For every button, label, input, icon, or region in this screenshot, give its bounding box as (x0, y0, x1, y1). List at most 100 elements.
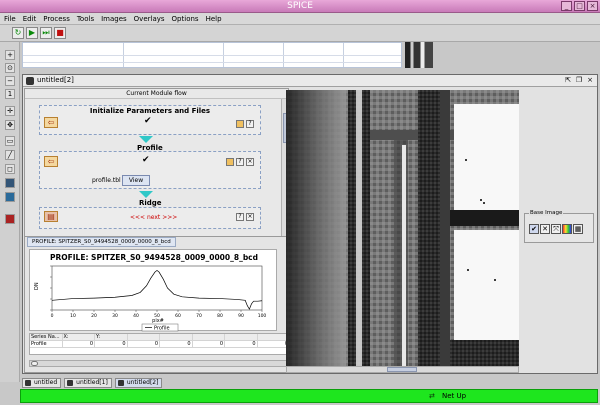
profile-tab[interactable]: PROFILE: SPITZER_S0_9494528_0009_0000_8_… (27, 237, 176, 247)
tab-untitled[interactable]: untitled (22, 378, 62, 388)
image-scrollbar[interactable] (286, 366, 519, 373)
flow-arrow-icon (139, 191, 153, 198)
stop-icon[interactable]: ■ (54, 27, 66, 39)
next-label[interactable]: <<< next >>> (130, 214, 177, 221)
close-icon[interactable]: ✕ (540, 224, 550, 234)
view-button[interactable]: View (122, 175, 150, 186)
table-header (225, 334, 258, 340)
zoom-actual-icon[interactable]: 1 (5, 89, 15, 99)
catalog-icon[interactable] (5, 192, 15, 202)
left-toolbar: + ⊙ − 1 ✛ ✥ ▭ ╱ ◻ (0, 42, 20, 382)
profile-chart: PROFILE: SPITZER_S0_9494528_0009_0000_8_… (34, 253, 266, 332)
profile-plot[interactable]: PROFILE: SPITZER_S0_9494528_0009_0000_8_… (29, 249, 277, 332)
back-arrow-icon[interactable]: ⇦ (44, 117, 58, 128)
step-forward-icon[interactable]: ⏭ (40, 27, 52, 39)
module-label-ridge: Ridge (139, 199, 162, 207)
module-step-initialize[interactable]: Initialize Parameters and Files ⇦ ✔ ? (39, 105, 261, 135)
help-icon[interactable]: ? (236, 158, 244, 166)
zoom-out-icon[interactable]: − (5, 76, 15, 86)
tab-untitled-1[interactable]: untitled[1] (64, 378, 112, 388)
window-controls: _ □ × (561, 1, 598, 11)
image-display[interactable] (286, 90, 519, 366)
fit-icon[interactable]: ⤧ (551, 224, 561, 234)
x-tick-label: 40 (133, 313, 139, 319)
palette-icon[interactable] (5, 214, 15, 224)
legend-label: Profile (154, 326, 170, 332)
colormap-icon[interactable] (562, 224, 572, 234)
table-cell: 0 (128, 341, 160, 347)
table-row[interactable]: Profile 0 0 0 0 0 0 0 (30, 341, 290, 348)
crosshair-icon[interactable]: ✛ (5, 106, 15, 116)
region-icon[interactable]: ◻ (5, 164, 15, 174)
x-tick-label: 80 (217, 313, 223, 319)
table-cell: 0 (63, 341, 95, 347)
image-thumbnail[interactable] (405, 42, 433, 68)
x-tick-label: 30 (112, 313, 118, 319)
plot-frame (51, 265, 263, 311)
settings-icon[interactable] (236, 120, 244, 128)
module-step-ridge[interactable]: ▤ <<< next >>> ? × (39, 207, 261, 229)
help-icon[interactable]: ? (236, 213, 244, 221)
module-flow-panel: Current Module flow Initialize Parameter… (24, 88, 289, 238)
layer-table[interactable] (22, 42, 402, 68)
astronomical-image (286, 90, 519, 366)
profile-slider[interactable] (29, 360, 291, 367)
tab-label: untitled (34, 379, 58, 386)
table-header: Series Na... (30, 334, 63, 340)
zoom-in-icon[interactable]: + (5, 50, 15, 60)
module-name: Initialize Parameters and Files (89, 107, 211, 115)
tab-label: untitled[1] (76, 379, 108, 386)
menu-options[interactable]: Options (172, 13, 199, 24)
base-image-label: Base Image (529, 210, 564, 216)
delete-module-icon[interactable]: ▤ (44, 211, 58, 222)
series-table[interactable]: Series Na... X: Y: Profile 0 0 0 0 0 0 0 (29, 333, 291, 355)
document-icon (67, 380, 74, 386)
menu-bar: File Edit Process Tools Images Overlays … (0, 13, 600, 25)
inner-close-icon[interactable]: × (586, 76, 594, 84)
checkmark-icon: ✔ (142, 155, 150, 165)
refresh-icon[interactable]: ↻ (12, 27, 24, 39)
minimize-icon[interactable]: _ (561, 1, 572, 11)
line-icon[interactable]: ╱ (5, 150, 15, 160)
pan-icon[interactable]: ✥ (5, 120, 15, 130)
play-icon[interactable]: ▶ (26, 27, 38, 39)
module-step-profile[interactable]: ⇦ ✔ ? × profile.tbl View (39, 151, 261, 189)
select-icon[interactable]: ▭ (5, 136, 15, 146)
menu-images[interactable]: Images (101, 13, 127, 24)
x-tick-label: 0 (51, 313, 54, 319)
menu-overlays[interactable]: Overlays (134, 13, 165, 24)
settings-icon[interactable] (226, 158, 234, 166)
table-header (160, 334, 193, 340)
grid-icon[interactable]: ▦ (573, 224, 583, 234)
maximize-icon[interactable]: □ (574, 1, 585, 11)
table-header-row: Series Na... X: Y: (30, 334, 290, 341)
tab-untitled-2[interactable]: untitled[2] (114, 378, 163, 388)
menu-tools[interactable]: Tools (77, 13, 94, 24)
help-icon[interactable]: ? (246, 120, 254, 128)
document-icon (117, 380, 124, 386)
remove-icon[interactable]: × (246, 158, 254, 166)
zoom-fit-icon[interactable]: ⊙ (5, 63, 15, 73)
table-header: Y: (95, 334, 128, 340)
window-icon (26, 77, 34, 85)
profile-panel: PROFILE: SPITZER_S0_9494528_0009_0000_8_… (24, 236, 296, 373)
remove-icon[interactable]: × (246, 213, 254, 221)
back-arrow-icon[interactable]: ⇦ (44, 156, 58, 167)
menu-process[interactable]: Process (43, 13, 70, 24)
x-tick-label: 60 (175, 313, 181, 319)
detach-icon[interactable]: ⇱ (564, 76, 572, 84)
menu-file[interactable]: File (4, 13, 16, 24)
status-bar: ⇄ Net Up (20, 389, 598, 403)
menu-edit[interactable]: Edit (23, 13, 37, 24)
table-cell: Profile (30, 341, 63, 347)
restore-icon[interactable]: ❐ (575, 76, 583, 84)
close-icon[interactable]: × (587, 1, 598, 11)
check-icon[interactable]: ✔ (529, 224, 539, 234)
layer-icon[interactable] (5, 178, 15, 188)
window-title: SPICE (287, 1, 313, 11)
x-tick-label: 10 (70, 313, 76, 319)
module-flow-header: Current Module flow (25, 89, 288, 99)
menu-help[interactable]: Help (206, 13, 222, 24)
base-image-panel: Base Image ✔ ✕ ⤧ ▦ (524, 210, 594, 243)
document-icon (25, 380, 31, 386)
